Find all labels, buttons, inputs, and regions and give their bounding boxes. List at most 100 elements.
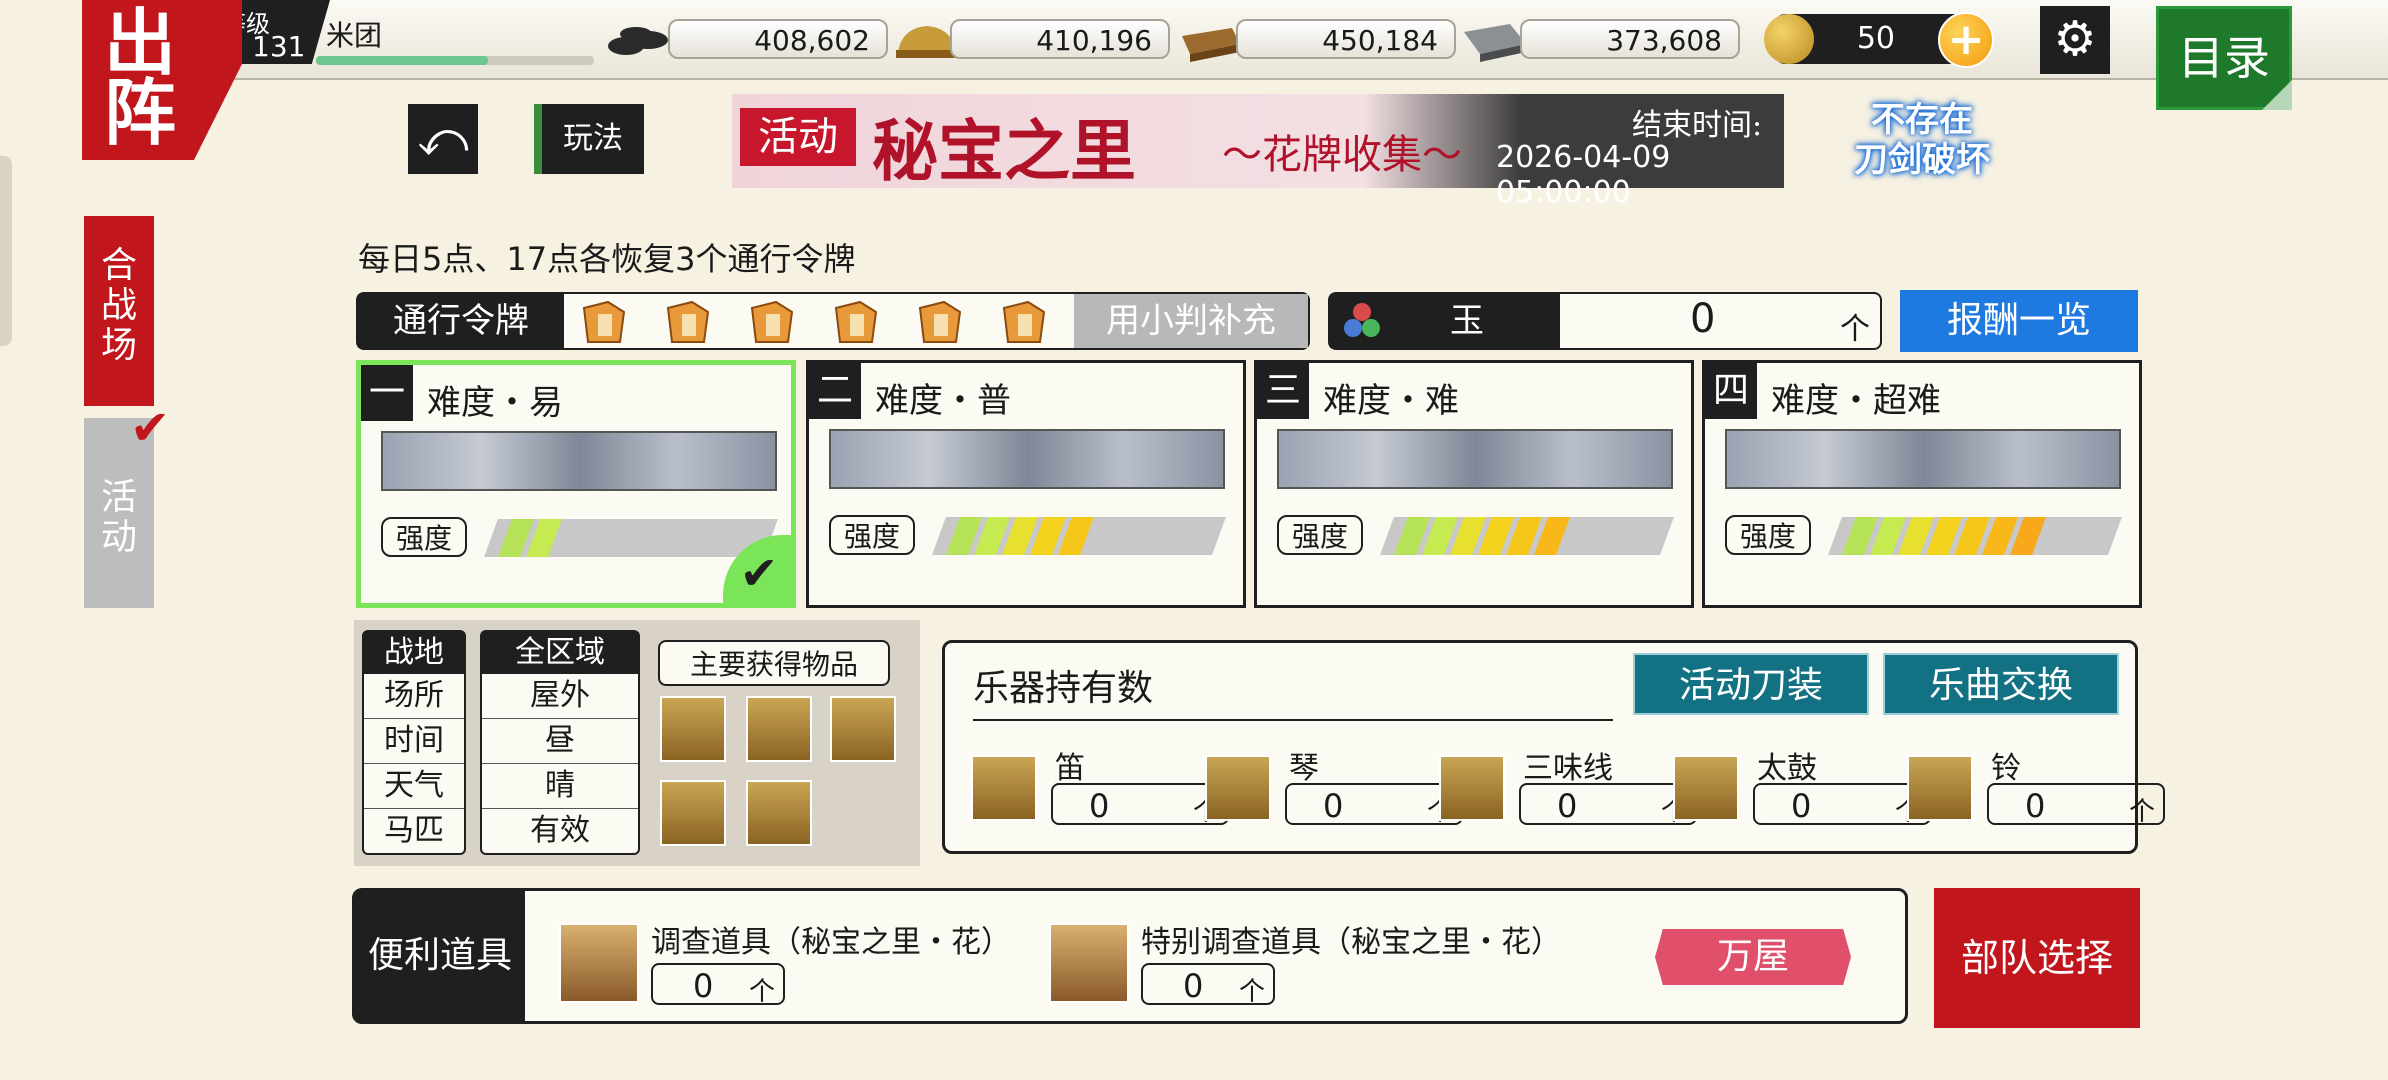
difficulty-number: 四 bbox=[1705, 363, 1757, 419]
no-sword-break-badge: 不存在 刀剑破坏 bbox=[1852, 100, 1992, 190]
instrument-value: 0 bbox=[1323, 787, 1344, 825]
cooling-material-count: 450,184 bbox=[1236, 19, 1456, 59]
bell-icon[interactable] bbox=[746, 780, 812, 846]
difficulty-card[interactable]: 三难度・难 强度 bbox=[1254, 360, 1694, 608]
main-items-label: 主要获得物品 bbox=[658, 640, 890, 686]
instrument-count: 0个 bbox=[1051, 783, 1229, 827]
charcoal-icon bbox=[606, 14, 676, 64]
squad-select-button[interactable]: 部队选择 bbox=[1934, 888, 2140, 1028]
instrument-panel: 乐器持有数 活动刀装 乐曲交换 笛0个琴0个三味线0个太鼓0个铃0个 bbox=[942, 640, 2165, 854]
instrument-value: 0 bbox=[1791, 787, 1812, 825]
instrument-title: 乐器持有数 bbox=[973, 659, 1613, 721]
jade-label-area: 玉 bbox=[1330, 294, 1560, 348]
difficulty-title: 难度・易 bbox=[427, 383, 563, 423]
koban-coin-icon bbox=[1764, 14, 1814, 64]
field-col-labels: 战地 场所 时间 天气 马匹 bbox=[362, 630, 466, 855]
special-survey-item-count: 0 个 bbox=[1141, 963, 1275, 1007]
pass-token-label: 通行令牌 bbox=[358, 294, 564, 348]
jade-label: 玉 bbox=[1450, 301, 1484, 341]
difficulty-title: 难度・难 bbox=[1323, 381, 1459, 421]
menu-button-label: 目录 bbox=[2178, 31, 2270, 85]
field-col-values: 全区域 屋外 昼 晴 有效 bbox=[480, 630, 640, 855]
special-survey-item-unit: 个 bbox=[1239, 977, 1266, 1007]
field-value-weather: 晴 bbox=[482, 764, 638, 809]
field-label-time: 时间 bbox=[364, 719, 464, 764]
survey-item-icon bbox=[559, 923, 639, 1003]
field-info-panel: 战地 场所 时间 天气 马匹 全区域 屋外 昼 晴 有效 主要获得物品 bbox=[354, 620, 920, 866]
bell-icon bbox=[1907, 755, 1973, 821]
field-value-location: 屋外 bbox=[482, 674, 638, 719]
strength-meter bbox=[1828, 517, 2122, 555]
special-survey-item-name: 特别调查道具（秘宝之里・花） bbox=[1141, 925, 1561, 960]
shop-button[interactable]: 万屋 bbox=[1655, 929, 1851, 985]
jade-unit: 个 bbox=[1840, 312, 1870, 347]
jade-bar: 玉 0 个 bbox=[1328, 292, 1882, 350]
pass-token-icon bbox=[658, 298, 714, 346]
level-value: 131 bbox=[252, 30, 306, 63]
special-survey-item-value: 0 bbox=[1183, 967, 1204, 1005]
flute-icon[interactable] bbox=[660, 696, 726, 762]
charcoal-count: 408,602 bbox=[668, 19, 888, 59]
shamisen-icon[interactable] bbox=[830, 696, 896, 762]
field-label-horse: 马匹 bbox=[384, 813, 444, 848]
difficulty-number: 一 bbox=[361, 365, 413, 421]
refill-with-koban-button[interactable]: 用小判补充 bbox=[1074, 294, 1308, 348]
music-exchange-button[interactable]: 乐曲交换 bbox=[1883, 653, 2119, 715]
taiko-icon bbox=[1673, 755, 1739, 821]
back-button[interactable]: ⤺ bbox=[408, 104, 478, 174]
instrument-name: 铃 bbox=[1991, 751, 2021, 786]
instrument-name: 笛 bbox=[1055, 751, 1085, 786]
player-name: 米团 bbox=[326, 19, 383, 52]
event-title: 秘宝之里 bbox=[872, 112, 1136, 190]
event-banner[interactable]: 活动 秘宝之里 ～花牌收集～ 结束时间: 2026-04-09 05:00:00 bbox=[732, 94, 1784, 210]
badge-line-1: 不存在 bbox=[1871, 100, 1973, 140]
reward-list-button[interactable]: 报酬一览 bbox=[1900, 290, 2138, 352]
taiko-icon[interactable] bbox=[660, 780, 726, 846]
strength-label: 强度 bbox=[1725, 515, 1811, 555]
left-edge-handle[interactable] bbox=[0, 156, 12, 346]
difficulty-card[interactable]: 四难度・超难强度 bbox=[1702, 360, 2142, 608]
field-area: 全区域 bbox=[482, 632, 638, 674]
instrument-value: 0 bbox=[1557, 787, 1578, 825]
event-subtitle: ～花牌收集～ bbox=[1222, 132, 1462, 178]
survey-item-name: 调查道具（秘宝之里・花） bbox=[651, 925, 1011, 960]
difficulty-number: 三 bbox=[1257, 363, 1309, 419]
survey-item-unit: 个 bbox=[749, 977, 776, 1007]
whetstone-count: 373,608 bbox=[1520, 19, 1740, 59]
instrument-name: 三味线 bbox=[1523, 751, 1613, 786]
instrument-unit: 个 bbox=[2129, 797, 2156, 827]
difficulty-card[interactable]: 一难度・易 强度 ✔ bbox=[356, 360, 796, 608]
sortie-title: 出阵 bbox=[82, 0, 242, 160]
field-label-location: 场所 bbox=[364, 674, 464, 719]
event-end-time: 2026-04-09 05:00:00 bbox=[1496, 140, 1671, 210]
event-tag: 活动 bbox=[740, 108, 856, 166]
jade-icon bbox=[1340, 300, 1384, 344]
menu-button[interactable]: 目录 bbox=[2156, 6, 2292, 110]
utility-label: 便利道具 bbox=[355, 891, 525, 1021]
pass-token-icon bbox=[574, 298, 630, 346]
strength-meter bbox=[1380, 517, 1674, 555]
koto-icon bbox=[1205, 755, 1271, 821]
difficulty-title: 难度・超难 bbox=[1771, 381, 1941, 421]
landscape-image bbox=[1277, 429, 1673, 489]
instrument-name: 太鼓 bbox=[1757, 751, 1817, 786]
strength-label: 强度 bbox=[381, 517, 467, 557]
field-value-time: 昼 bbox=[482, 719, 638, 764]
flute-icon bbox=[971, 755, 1037, 821]
recovery-notice: 每日5点、17点各恢复3个通行令牌 bbox=[358, 240, 856, 278]
landscape-image bbox=[829, 429, 1225, 489]
jade-value: 0 bbox=[1690, 296, 1716, 342]
add-koban-button[interactable]: + bbox=[1938, 12, 1994, 68]
difficulty-card[interactable]: 二难度・普 强度 bbox=[806, 360, 1246, 608]
koto-icon[interactable] bbox=[746, 696, 812, 762]
checkmark-icon: ✔ bbox=[130, 400, 171, 456]
instrument-count: 0个 bbox=[1519, 783, 1697, 827]
pass-token-icon bbox=[826, 298, 882, 346]
how-to-play-button[interactable]: 玩法 bbox=[534, 104, 644, 174]
tab-battlefield[interactable]: 合战场 bbox=[84, 216, 154, 406]
event-tosou-button[interactable]: 活动刀装 bbox=[1633, 653, 1869, 715]
instrument-count: 0个 bbox=[1987, 783, 2165, 827]
instrument-value: 0 bbox=[1089, 787, 1110, 825]
settings-button[interactable]: ⚙ bbox=[2040, 6, 2110, 74]
field-value-horse: 有效 bbox=[530, 813, 590, 848]
